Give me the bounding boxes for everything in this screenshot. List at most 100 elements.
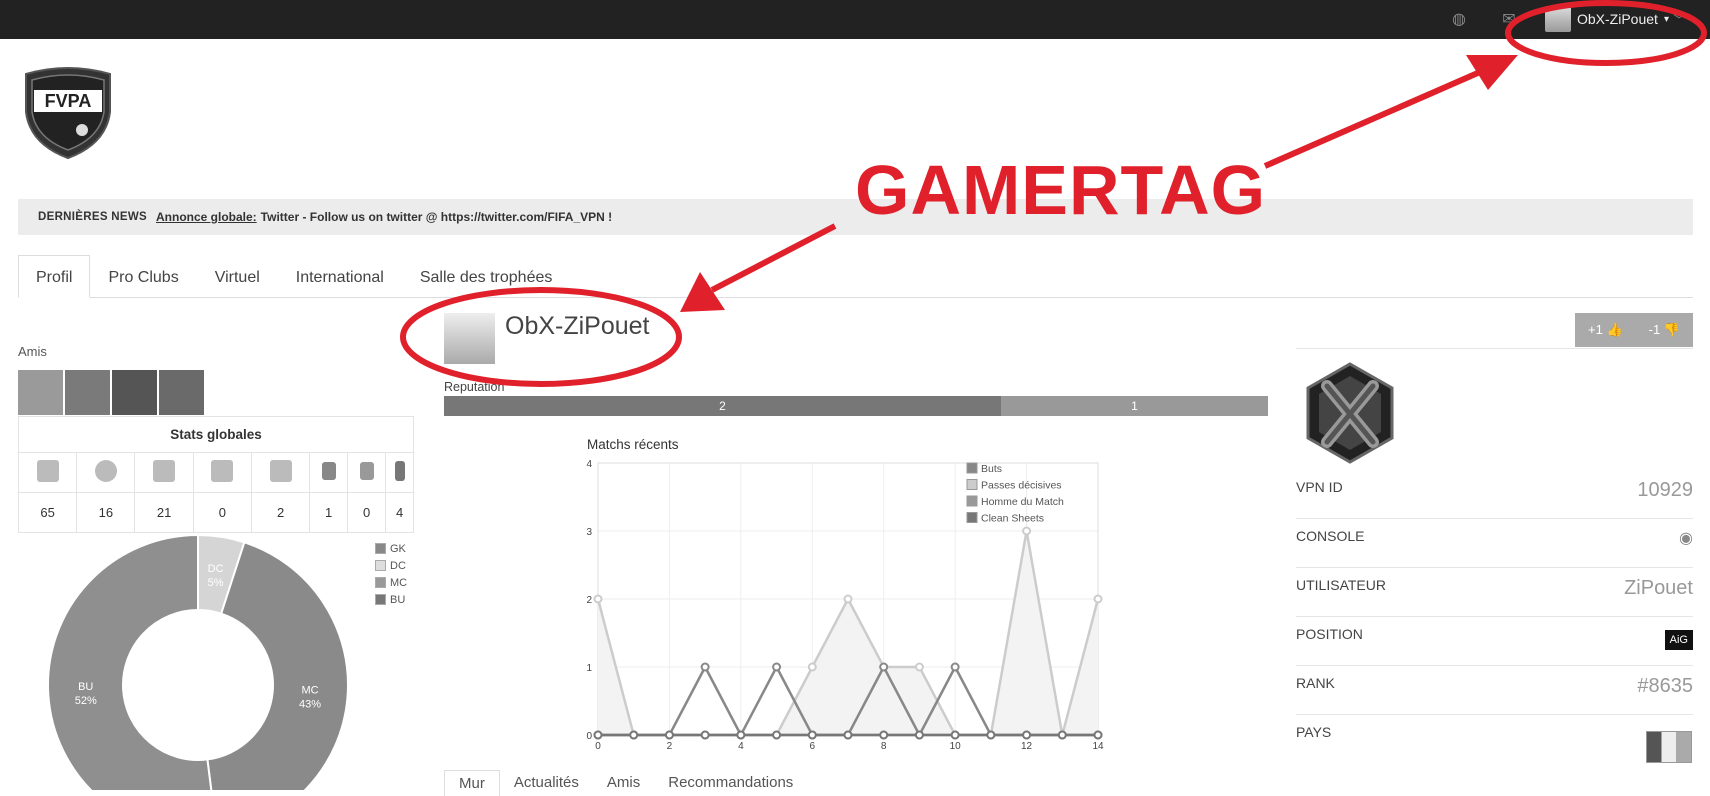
news-text[interactable]: Annonce globale: Twitter - Follow us on t…: [156, 199, 612, 235]
data-point[interactable]: [593, 594, 603, 604]
legend-swatch: [966, 495, 978, 507]
legend-label: Homme du Match: [981, 496, 1064, 508]
xbox-badge-icon: [1306, 362, 1394, 464]
stat-value: 1: [309, 492, 349, 533]
data-point[interactable]: [1057, 730, 1067, 740]
friend-avatar[interactable]: [112, 370, 157, 415]
shield-icon: [269, 460, 292, 482]
stat-value: 0: [347, 492, 387, 533]
legend-label: Buts: [981, 463, 1002, 475]
glove-icon: [211, 460, 234, 482]
stat-value: 65: [17, 492, 78, 533]
legend-swatch: [966, 479, 978, 490]
donut-slice-bu[interactable]: [47, 533, 217, 790]
tab-amis[interactable]: Amis: [593, 770, 654, 796]
data-point[interactable]: [700, 662, 710, 672]
info-row-position: POSITION AiG: [1296, 620, 1693, 669]
legend-item: GK: [375, 540, 407, 557]
donut-pct: 43%: [299, 699, 321, 711]
data-point[interactable]: [772, 730, 782, 740]
xbox-console-icon: ◉: [1679, 530, 1693, 547]
x-tick-label: 12: [1021, 741, 1033, 752]
data-point[interactable]: [950, 662, 960, 672]
data-point[interactable]: [986, 730, 996, 740]
donut-pct: 52%: [75, 695, 97, 707]
data-point[interactable]: [664, 730, 674, 740]
stat-value: 2: [250, 492, 311, 533]
friend-avatar[interactable]: [65, 370, 110, 415]
thumbs-down-icon: 👎: [1663, 322, 1680, 337]
stat-value: 16: [76, 492, 136, 533]
position-donut-chart: DC 5% MC 43% BU 52%: [47, 533, 349, 790]
donut-label: DC: [208, 563, 224, 575]
chart-title: Matchs récents: [587, 437, 679, 452]
data-point[interactable]: [1022, 526, 1032, 536]
tab-international[interactable]: International: [278, 255, 402, 297]
news-prefix[interactable]: Annonce globale:: [156, 210, 257, 224]
friend-avatar[interactable]: [159, 370, 204, 415]
position-badge: AiG: [1664, 630, 1693, 650]
stat-value: 4: [385, 492, 414, 533]
upvote-button[interactable]: +1 👍: [1588, 322, 1623, 338]
legend-label: Clean Sheets: [981, 513, 1044, 525]
tab-pro-clubs[interactable]: Pro Clubs: [90, 255, 196, 297]
donut-label: MC: [301, 685, 318, 697]
x-tick-label: 2: [667, 741, 673, 752]
data-point[interactable]: [914, 662, 924, 672]
user-menu[interactable]: ObX-ZiPouet ▾: [1545, 4, 1669, 34]
data-point[interactable]: [807, 662, 817, 672]
news-label: DERNIÈRES NEWS: [38, 211, 147, 223]
data-point[interactable]: [629, 730, 639, 740]
yellow-card-icon: [321, 462, 336, 480]
profile-tabs: Profil Pro Clubs Virtuel International S…: [18, 255, 1693, 298]
data-point[interactable]: [593, 730, 603, 740]
legend-label: Passes décisives: [981, 480, 1062, 492]
donut-label: BU: [78, 681, 93, 693]
info-row-rank: RANK #8635: [1296, 675, 1693, 697]
user-avatar: [1545, 6, 1571, 32]
x-tick-label: 4: [738, 741, 744, 752]
tab-virtuel[interactable]: Virtuel: [197, 255, 278, 297]
data-point[interactable]: [700, 730, 710, 740]
reputation-negative: 1: [1001, 396, 1268, 416]
data-point[interactable]: [1022, 730, 1032, 740]
globe-icon[interactable]: ◍: [1450, 11, 1468, 29]
friends-list: [18, 370, 204, 415]
friend-avatar[interactable]: [18, 370, 63, 415]
chevron-down-icon[interactable]: ﹀: [1670, 11, 1688, 29]
series-area: [598, 531, 1098, 735]
x-tick-label: 6: [810, 741, 816, 752]
ball-icon: [94, 460, 117, 482]
tab-recommandations[interactable]: Recommandations: [654, 770, 807, 796]
info-row-pays: PAYS: [1296, 718, 1693, 767]
trophy-icon: [394, 461, 405, 481]
tab-actualites[interactable]: Actualités: [500, 770, 593, 796]
data-point[interactable]: [914, 730, 924, 740]
data-point[interactable]: [772, 662, 782, 672]
reputation-label: Reputation: [444, 380, 505, 394]
info-row-vpn-id: VPN ID 10929: [1296, 479, 1693, 501]
downvote-button[interactable]: -1 👎: [1649, 322, 1680, 338]
data-point[interactable]: [1093, 594, 1103, 604]
legend-item: DC: [375, 557, 407, 574]
info-row-utilisateur: UTILISATEUR ZiPouet: [1296, 577, 1693, 599]
data-point[interactable]: [807, 730, 817, 740]
info-row-console: CONSOLE ◉: [1296, 528, 1693, 547]
legend-item: BU: [375, 591, 407, 608]
data-point[interactable]: [843, 594, 853, 604]
mail-icon[interactable]: ✉: [1500, 11, 1518, 29]
data-point[interactable]: [879, 662, 889, 672]
y-tick-label: 0: [586, 731, 592, 742]
data-point[interactable]: [1093, 730, 1103, 740]
data-point[interactable]: [950, 730, 960, 740]
tab-mur[interactable]: Mur: [444, 770, 500, 796]
tab-salle-des-trophees[interactable]: Salle des trophées: [402, 255, 571, 297]
data-point[interactable]: [736, 730, 746, 740]
data-point[interactable]: [843, 730, 853, 740]
profile-avatar: [444, 313, 495, 364]
x-tick-label: 0: [595, 741, 601, 752]
fvpa-logo[interactable]: FVPA: [18, 66, 118, 162]
tab-profil[interactable]: Profil: [18, 255, 91, 298]
data-point[interactable]: [879, 730, 889, 740]
friends-label: Amis: [18, 344, 47, 359]
